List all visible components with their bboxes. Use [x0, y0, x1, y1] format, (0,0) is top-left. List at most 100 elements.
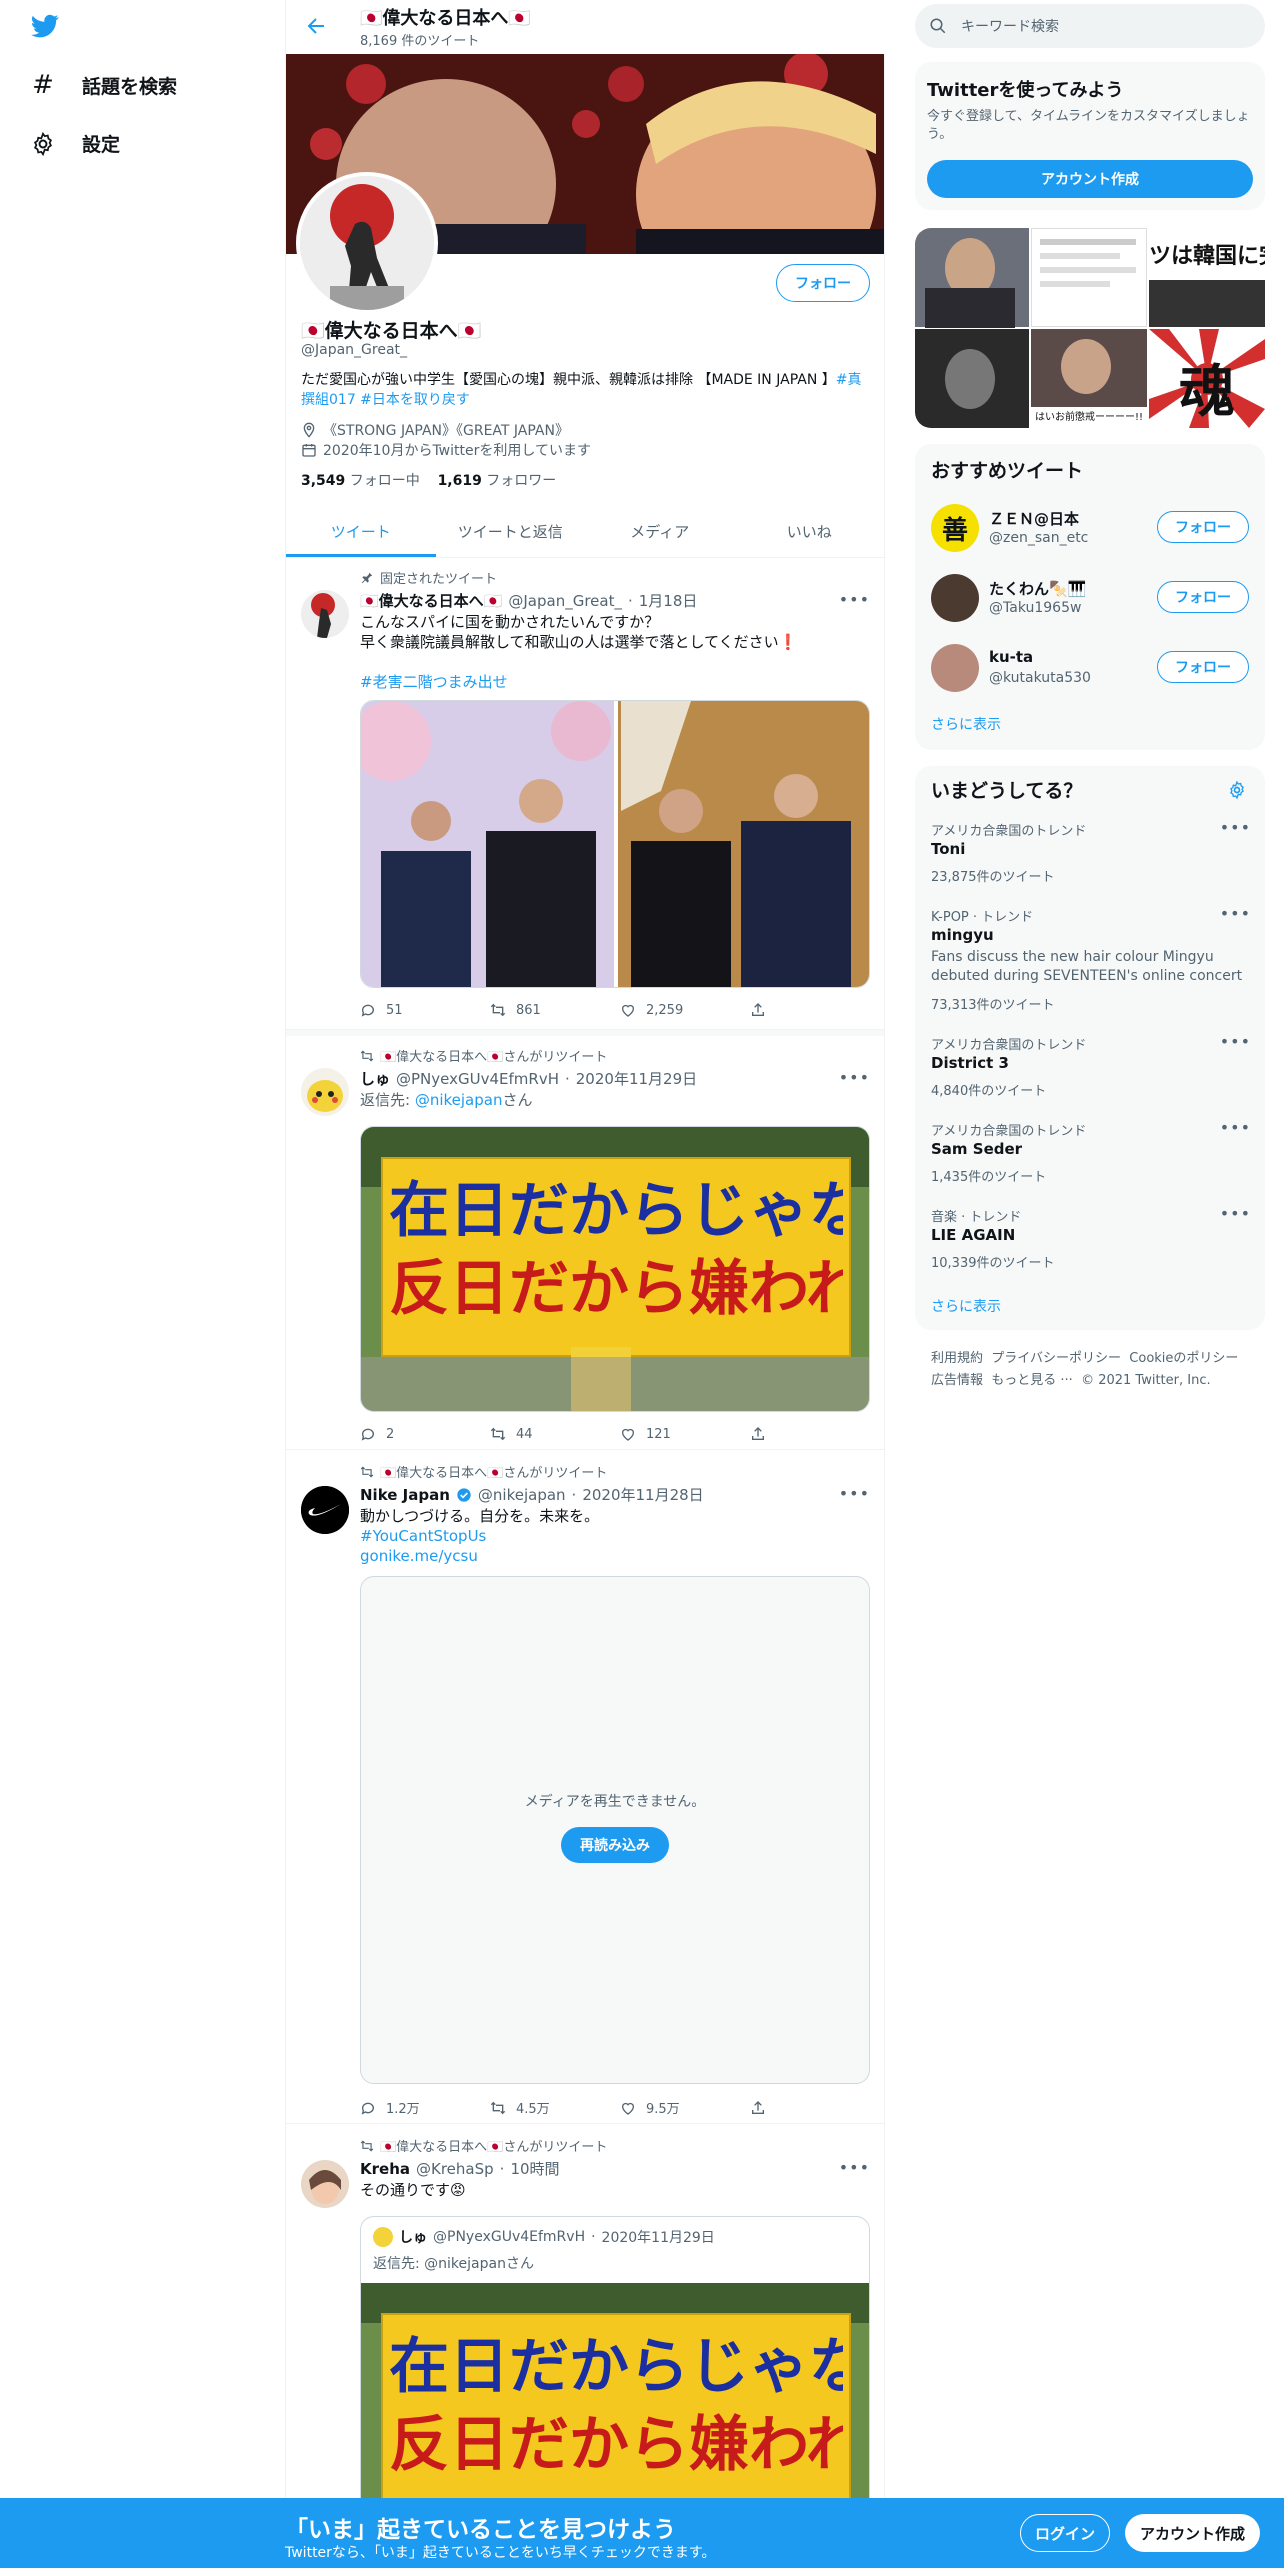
media-thumb[interactable]	[1031, 228, 1147, 327]
tweet-pinned[interactable]: 固定されたツイート 🇯🇵偉大なる日本へ🇯🇵 @Japan_Great_ · 1月…	[286, 558, 884, 1030]
author-handle[interactable]: @Japan_Great_	[508, 592, 622, 610]
media-grid[interactable]: ツは韓国に完 はいお前懲戒ーーーー!! 魂	[915, 228, 1265, 428]
media-thumb[interactable]: はいお前懲戒ーーーー!!	[1031, 329, 1147, 428]
trend-item[interactable]: K-POP · トレンド mingyu Fans discuss the new…	[915, 900, 1265, 1028]
signup-button[interactable]: アカウント作成	[1125, 2514, 1260, 2552]
retweeted-by[interactable]: 🇯🇵偉大なる日本へ🇯🇵さんがリツイート	[380, 1462, 607, 1481]
nav-settings[interactable]: 設定	[30, 130, 120, 157]
share-button[interactable]	[750, 1002, 766, 1018]
more-icon[interactable]: •••	[1220, 1118, 1251, 1137]
more-icon[interactable]: •••	[1220, 818, 1251, 837]
nav-explore[interactable]: # 話題を検索	[30, 70, 177, 100]
recommend-item[interactable]: たくわん🍢🎹 @Taku1965w フォロー	[915, 564, 1265, 634]
more-icon[interactable]: •••	[839, 2158, 870, 2177]
tweet-retweet-2[interactable]: 🇯🇵偉大なる日本へ🇯🇵さんがリツイート Nike Japan @nikejapa…	[286, 1450, 884, 2124]
author-handle[interactable]: @nikejapan	[478, 1486, 566, 1504]
tab-media[interactable]: メディア	[585, 506, 735, 557]
retweet-button[interactable]: 4.5万	[490, 2098, 620, 2117]
video-player[interactable]: メディアを再生できません。 再読み込み	[360, 1576, 870, 2084]
show-more-link[interactable]: さらに表示	[931, 1296, 1001, 1316]
follow-button[interactable]: フォロー	[1157, 511, 1249, 543]
media-thumb[interactable]	[915, 228, 1029, 328]
more-icon[interactable]: •••	[839, 1484, 870, 1503]
author-handle[interactable]: @KrehaSp	[416, 2160, 494, 2178]
show-more-link[interactable]: さらに表示	[931, 714, 1001, 734]
more-icon[interactable]: •••	[839, 1068, 870, 1087]
footer-more[interactable]: もっと見る ···	[991, 1373, 1073, 1388]
reply-button[interactable]: 1.2万	[360, 2098, 490, 2117]
author-name[interactable]: しゅ	[360, 1068, 390, 1089]
search-box[interactable]: キーワード検索	[915, 4, 1265, 48]
avatar-image	[300, 176, 434, 310]
twitter-logo-icon[interactable]	[28, 12, 62, 40]
footer-link[interactable]: プライバシーポリシー	[991, 1351, 1121, 1366]
tab-likes[interactable]: いいね	[735, 506, 885, 557]
footer-link[interactable]: Cookieのポリシー	[1129, 1351, 1238, 1366]
share-button[interactable]	[750, 2098, 766, 2117]
retweeted-by[interactable]: 🇯🇵偉大なる日本へ🇯🇵さんがリツイート	[380, 2136, 607, 2155]
settings-icon[interactable]	[1227, 780, 1247, 800]
followers-link[interactable]: 1,619 フォロワー	[438, 473, 557, 489]
following-link[interactable]: 3,549 フォロー中	[301, 473, 420, 489]
trend-item[interactable]: アメリカ合衆国のトレンド District 3 4,840件のツイート •••	[915, 1028, 1265, 1114]
profile-avatar[interactable]	[296, 172, 438, 314]
author-name[interactable]: 🇯🇵偉大なる日本へ🇯🇵	[360, 590, 502, 611]
reply-to-handle[interactable]: @nikejapan	[415, 1091, 503, 1109]
avatar[interactable]	[301, 1486, 349, 1534]
like-button[interactable]: 121	[620, 1426, 750, 1442]
media-thumb[interactable]	[915, 329, 1029, 428]
media-thumb[interactable]: 魂	[1149, 329, 1265, 428]
follow-button[interactable]: フォロー	[776, 264, 870, 302]
more-icon[interactable]: •••	[1220, 1032, 1251, 1051]
tweet-context: 固定されたツイート	[360, 568, 497, 587]
back-arrow-icon[interactable]	[304, 14, 328, 38]
more-icon[interactable]: •••	[1220, 1204, 1251, 1223]
author-name[interactable]: Kreha	[360, 2160, 410, 2178]
tab-tweets[interactable]: ツイート	[286, 506, 436, 557]
reply-button[interactable]: 2	[360, 1426, 490, 1442]
follow-button[interactable]: フォロー	[1157, 581, 1249, 613]
signup-card-button[interactable]: アカウント作成	[927, 160, 1253, 198]
joined-text: 2020年10月からTwitterを利用しています	[323, 443, 591, 459]
tweet-date[interactable]: 2020年11月28日	[582, 1484, 703, 1505]
footer-link[interactable]: 利用規約	[931, 1351, 983, 1366]
media-thumb[interactable]: ツは韓国に完	[1149, 228, 1265, 327]
retweet-button[interactable]: 44	[490, 1426, 620, 1442]
media-thumb-text: 魂	[1179, 360, 1235, 425]
footer-link[interactable]: 広告情報	[931, 1373, 983, 1388]
tweet-date[interactable]: 1月18日	[639, 590, 698, 611]
recommend-item[interactable]: 善 ＺＥＮ@日本 @zen_san_etc フォロー	[915, 494, 1265, 564]
retweeted-by[interactable]: 🇯🇵偉大なる日本へ🇯🇵さんがリツイート	[380, 1046, 607, 1065]
more-icon[interactable]: •••	[1220, 904, 1251, 923]
tweet-context: 🇯🇵偉大なる日本へ🇯🇵さんがリツイート	[360, 1462, 607, 1481]
avatar[interactable]	[301, 2160, 349, 2208]
like-button[interactable]: 9.5万	[620, 2098, 750, 2117]
more-icon[interactable]: •••	[839, 590, 870, 609]
tweet-hashtag[interactable]: #YouCantStopUs	[360, 1526, 870, 1546]
avatar[interactable]	[301, 590, 349, 638]
share-button[interactable]	[750, 1426, 766, 1442]
tab-tweets-replies[interactable]: ツイートと返信	[436, 506, 586, 557]
tweet-date[interactable]: 10時間	[510, 2158, 559, 2179]
tweet-photo[interactable]: 在日だからじゃない 反日だから嫌われる	[360, 1126, 870, 1412]
trend-item[interactable]: アメリカ合衆国のトレンド Toni 23,875件のツイート •••	[915, 814, 1265, 900]
follow-button[interactable]: フォロー	[1157, 651, 1249, 683]
recommend-item[interactable]: ku-ta @kutakuta530 フォロー	[915, 634, 1265, 704]
author-handle[interactable]: @PNyexGUv4EfmRvH	[396, 1070, 559, 1088]
reply-button[interactable]: 51	[360, 1002, 490, 1018]
trend-item[interactable]: アメリカ合衆国のトレンド Sam Seder 1,435件のツイート •••	[915, 1114, 1265, 1200]
avatar[interactable]	[301, 1068, 349, 1116]
tweet-date[interactable]: 2020年11月29日	[576, 1068, 697, 1089]
reload-button[interactable]: 再読み込み	[561, 1827, 669, 1863]
tweet-link[interactable]: gonike.me/ycsu	[360, 1546, 870, 1566]
like-button[interactable]: 2,259	[620, 1002, 750, 1018]
author-name[interactable]: Nike Japan	[360, 1486, 450, 1504]
retweet-button[interactable]: 861	[490, 1002, 620, 1018]
tweet-photos[interactable]	[360, 700, 870, 988]
tweet-retweet-1[interactable]: 🇯🇵偉大なる日本へ🇯🇵さんがリツイート しゅ @PNyexGUv4EfmRvH …	[286, 1030, 884, 1450]
trend-count: 1,435件のツイート	[931, 1170, 1047, 1185]
trend-item[interactable]: 音楽 · トレンド LIE AGAIN 10,339件のツイート •••	[915, 1200, 1265, 1286]
recommend-name: ku-ta	[989, 648, 1034, 666]
login-button[interactable]: ログイン	[1020, 2514, 1110, 2552]
tweet-hashtag[interactable]: #老害二階つまみ出せ	[360, 672, 870, 692]
